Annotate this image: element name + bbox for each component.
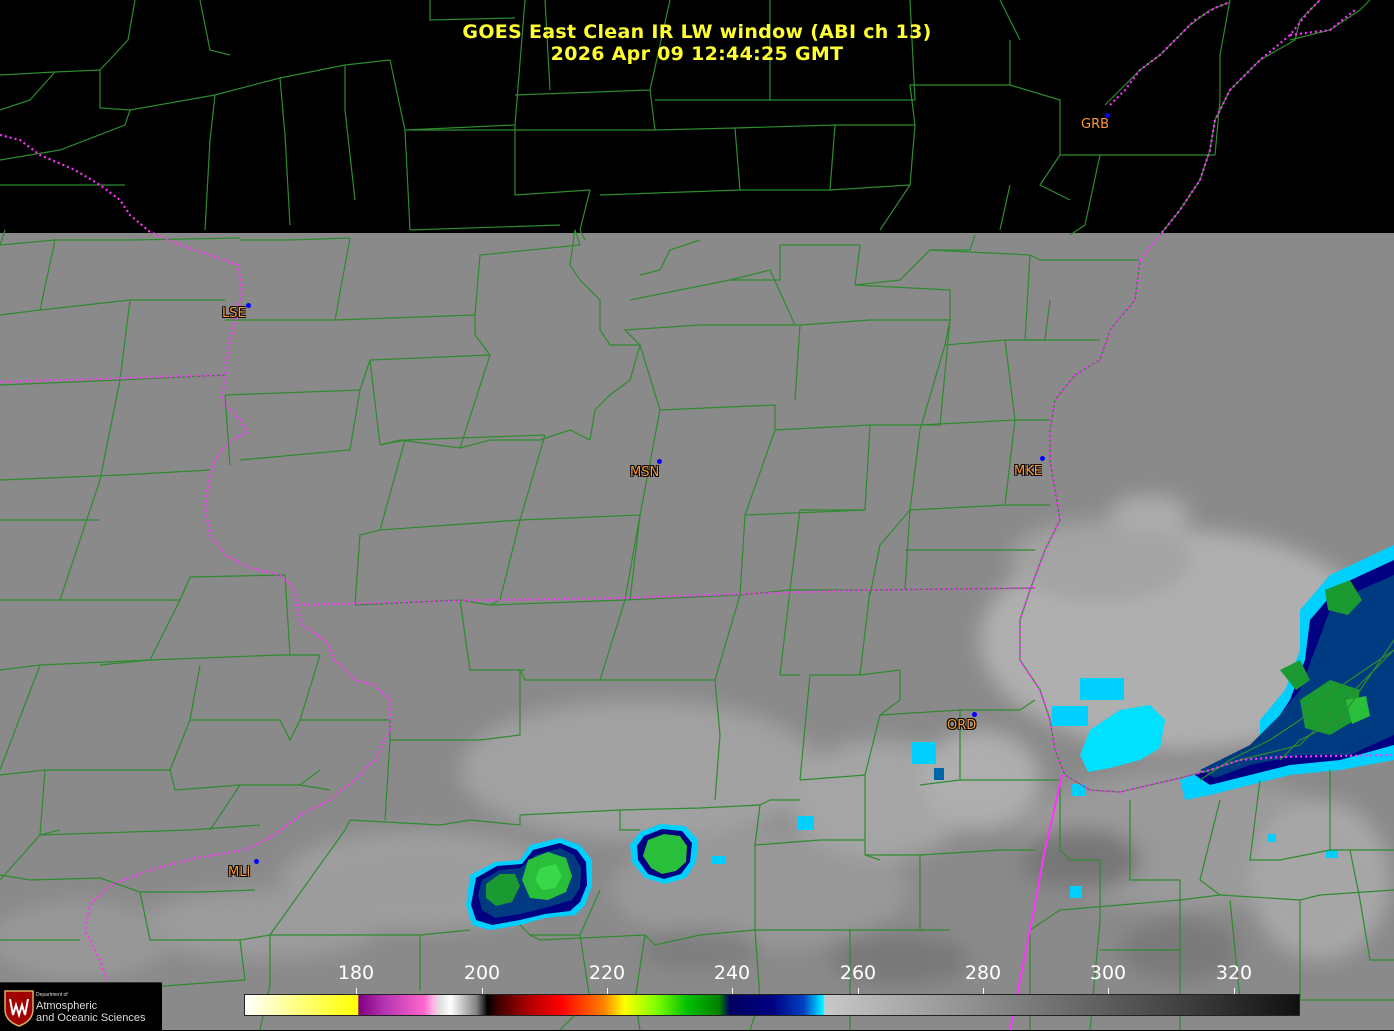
colorbar-tick-label: 260 <box>839 962 877 984</box>
aos-logo: Department of Atmospheric and Oceanic Sc… <box>0 982 162 1031</box>
uw-crest-icon <box>4 990 34 1027</box>
colorbar-tick-label: 300 <box>1089 962 1127 984</box>
station-dot-lse <box>246 303 251 308</box>
station-label-grb: GRB <box>1081 117 1110 132</box>
station-label-lse: LSE <box>222 306 246 321</box>
colorbar-tick-label: 180 <box>337 962 375 984</box>
logo-department-text: Department of <box>36 992 68 998</box>
map-timestamp: 2026 Apr 09 12:44:25 GMT <box>550 43 844 65</box>
station-dot-mke <box>1040 456 1045 461</box>
station-dot-ord <box>972 712 977 717</box>
station-label-mli: MLI <box>228 865 251 880</box>
station-label-msn: MSN <box>630 465 660 480</box>
satellite-ir-map <box>0 0 1394 1030</box>
logo-line-1: Atmospheric <box>36 1000 98 1012</box>
station-label-mke: MKE <box>1014 464 1042 479</box>
colorbar-tick-label: 280 <box>964 962 1002 984</box>
colorbar-tick-label: 220 <box>588 962 626 984</box>
map-title: GOES East Clean IR LW window (ABI ch 13) <box>462 21 932 43</box>
station-dot-msn <box>657 459 662 464</box>
station-label-ord: ORD <box>947 718 977 733</box>
station-dot-mli <box>254 859 259 864</box>
colorbar-tick-label: 240 <box>713 962 751 984</box>
temperature-colorbar <box>244 994 1300 1016</box>
colorbar-tick-label: 200 <box>463 962 501 984</box>
logo-line-2: and Oceanic Sciences <box>36 1012 146 1024</box>
colorbar-tick-label: 320 <box>1215 962 1253 984</box>
